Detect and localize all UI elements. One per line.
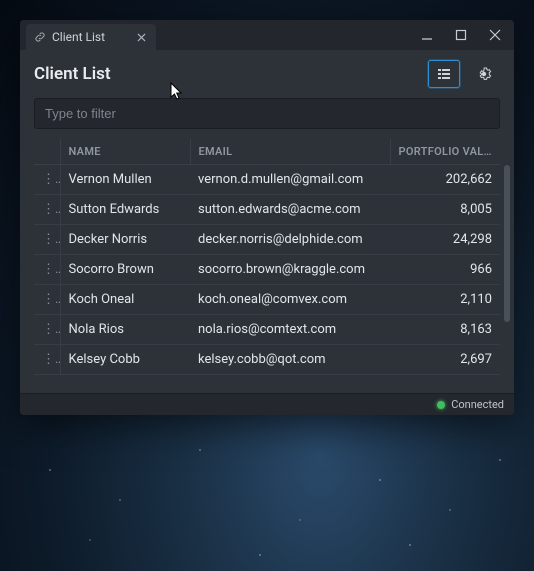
table-header-row: NAME EMAIL PORTFOLIO VAL... <box>34 139 500 165</box>
table-row[interactable]: ⋮Decker Norrisdecker.norris@delphide.com… <box>34 225 500 255</box>
table-row[interactable]: ⋮Koch Onealkoch.oneal@comvex.com2,110 <box>34 285 500 315</box>
cell-email: socorro.brown@kraggle.com <box>190 255 390 285</box>
column-handle <box>34 139 60 165</box>
cell-email: koch.oneal@comvex.com <box>190 285 390 315</box>
clients-table: NAME EMAIL PORTFOLIO VAL... ⋮Vernon Mull… <box>34 139 500 375</box>
column-name[interactable]: NAME <box>60 139 190 165</box>
cell-name: Vernon Mullen <box>60 165 190 195</box>
cell-email: vernon.d.mullen@gmail.com <box>190 165 390 195</box>
cell-email: decker.norris@delphide.com <box>190 225 390 255</box>
scrollbar-thumb[interactable] <box>504 165 510 322</box>
close-button[interactable] <box>480 22 510 48</box>
page-title: Client List <box>34 64 111 84</box>
cell-name: Kelsey Cobb <box>60 345 190 375</box>
cell-portfolio-value: 2,697 <box>390 345 500 375</box>
drag-handle-icon[interactable]: ⋮ <box>34 345 60 375</box>
tab-close-button[interactable] <box>134 30 148 44</box>
cell-portfolio-value: 8,005 <box>390 195 500 225</box>
drag-handle-icon[interactable]: ⋮ <box>34 225 60 255</box>
cell-name: Nola Rios <box>60 315 190 345</box>
cell-portfolio-value: 8,163 <box>390 315 500 345</box>
drag-handle-icon[interactable]: ⋮ <box>34 165 60 195</box>
settings-button[interactable] <box>468 60 500 88</box>
cell-portfolio-value: 2,110 <box>390 285 500 315</box>
tab-client-list[interactable]: Client List <box>26 24 156 50</box>
page-header: Client List <box>20 50 514 98</box>
filter-input[interactable] <box>34 98 500 129</box>
table-row[interactable]: ⋮Sutton Edwardssutton.edwards@acme.com8,… <box>34 195 500 225</box>
maximize-button[interactable] <box>446 22 476 48</box>
link-icon <box>34 31 46 43</box>
tab-label: Client List <box>52 30 105 44</box>
cell-portfolio-value: 202,662 <box>390 165 500 195</box>
table-row[interactable]: ⋮Socorro Brownsocorro.brown@kraggle.com9… <box>34 255 500 285</box>
cell-name: Socorro Brown <box>60 255 190 285</box>
table-container: NAME EMAIL PORTFOLIO VAL... ⋮Vernon Mull… <box>20 139 514 393</box>
titlebar: Client List <box>20 20 514 50</box>
drag-handle-icon[interactable]: ⋮ <box>34 285 60 315</box>
cell-name: Decker Norris <box>60 225 190 255</box>
cell-email: nola.rios@comtext.com <box>190 315 390 345</box>
cell-email: kelsey.cobb@qot.com <box>190 345 390 375</box>
table-row[interactable]: ⋮Nola Riosnola.rios@comtext.com8,163 <box>34 315 500 345</box>
window-controls <box>412 22 514 48</box>
app-window: Client List Client List <box>20 20 514 415</box>
table-row[interactable]: ⋮Kelsey Cobbkelsey.cobb@qot.com2,697 <box>34 345 500 375</box>
column-email[interactable]: EMAIL <box>190 139 390 165</box>
status-bar: Connected <box>20 393 514 415</box>
cell-portfolio-value: 24,298 <box>390 225 500 255</box>
table-row[interactable]: ⋮Vernon Mullenvernon.d.mullen@gmail.com2… <box>34 165 500 195</box>
cell-portfolio-value: 966 <box>390 255 500 285</box>
column-portfolio-value[interactable]: PORTFOLIO VAL... <box>390 139 500 165</box>
cell-name: Sutton Edwards <box>60 195 190 225</box>
cell-name: Koch Oneal <box>60 285 190 315</box>
status-label: Connected <box>451 398 504 411</box>
cell-email: sutton.edwards@acme.com <box>190 195 390 225</box>
scrollbar[interactable] <box>504 165 510 389</box>
list-view-button[interactable] <box>428 60 460 88</box>
drag-handle-icon[interactable]: ⋮ <box>34 255 60 285</box>
filter-container <box>20 98 514 139</box>
status-indicator-icon <box>437 401 445 409</box>
drag-handle-icon[interactable]: ⋮ <box>34 315 60 345</box>
drag-handle-icon[interactable]: ⋮ <box>34 195 60 225</box>
minimize-button[interactable] <box>412 22 442 48</box>
